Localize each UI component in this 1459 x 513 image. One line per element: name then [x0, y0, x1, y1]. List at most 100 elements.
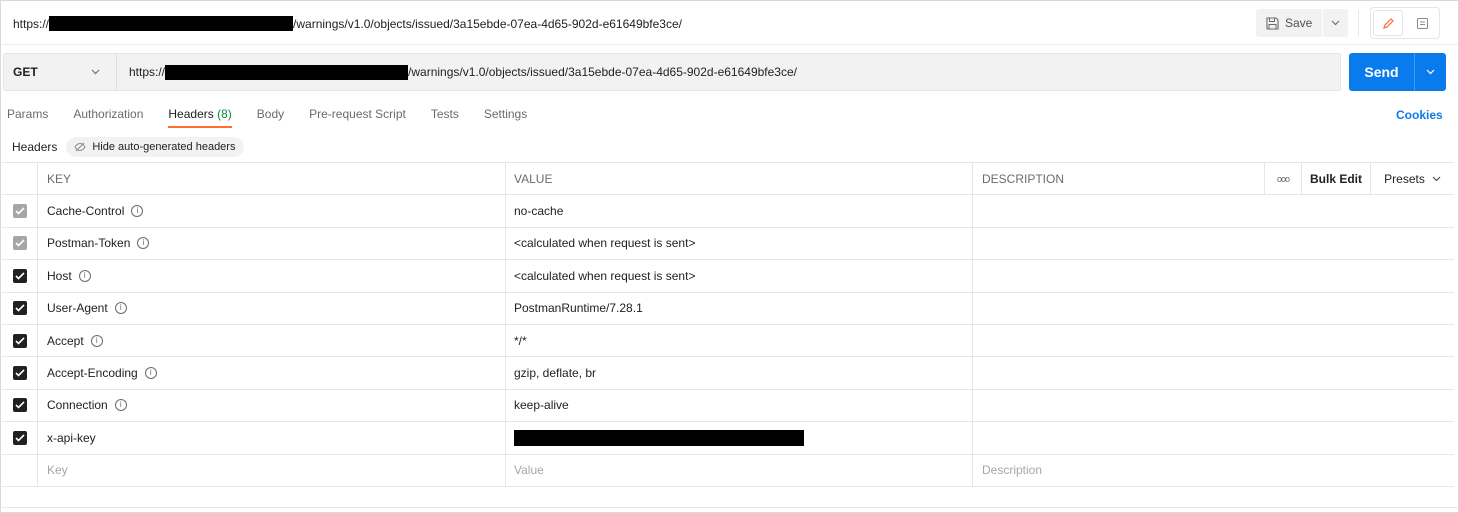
tab-authorization[interactable]: Authorization	[73, 107, 143, 131]
row-checkbox[interactable]	[12, 366, 27, 381]
row-key: Postman-Token	[47, 236, 131, 251]
info-icon[interactable]: i	[114, 302, 127, 315]
info-icon[interactable]: i	[131, 205, 144, 218]
edit-mode-button[interactable]	[1373, 10, 1403, 36]
row-checkbox[interactable]	[12, 398, 27, 413]
send-button[interactable]: Send	[1349, 64, 1414, 80]
row-checkbox[interactable]	[12, 236, 27, 251]
row-value: <calculated when request is sent>	[514, 236, 696, 251]
row-value-cell[interactable]: no-cache	[506, 195, 973, 227]
row-value-cell[interactable]: */*	[506, 324, 973, 357]
row-description-cell[interactable]	[973, 195, 1265, 226]
row-checkbox-cell	[2, 227, 38, 260]
tab-headers[interactable]: Headers (8)	[168, 107, 233, 131]
tab-headers-count: (8)	[217, 107, 232, 121]
row-key-cell[interactable]: Accept i	[38, 324, 506, 357]
checkmark-icon	[14, 304, 25, 312]
table-row: User-Agent i PostmanRuntime/7.28.1	[2, 292, 1454, 325]
new-description-input[interactable]: Description	[973, 455, 1265, 486]
column-header-key: KEY	[38, 163, 506, 195]
more-options-button[interactable]: ooo	[1265, 163, 1302, 195]
row-value-cell[interactable]: gzip, deflate, br	[506, 357, 973, 389]
row-description-cell[interactable]	[973, 260, 1265, 291]
row-checkbox-cell	[2, 422, 38, 454]
row-checkbox-cell	[2, 260, 38, 292]
column-header-description: DESCRIPTION	[973, 163, 1265, 195]
save-button[interactable]: Save	[1256, 9, 1322, 37]
header-check-cell	[2, 163, 38, 195]
more-icon: ooo	[1276, 173, 1290, 184]
checkmark-icon	[14, 369, 25, 377]
row-key-cell[interactable]: Host i	[38, 260, 506, 292]
checkmark-icon	[14, 207, 25, 215]
chevron-down-icon	[1432, 176, 1441, 182]
url-path: /warnings/v1.0/objects/issued/3a15ebde-0…	[408, 65, 797, 79]
row-description-cell[interactable]	[973, 390, 1265, 421]
comments-mode-button[interactable]	[1405, 8, 1439, 38]
table-row: Accept-Encoding i gzip, deflate, br	[2, 357, 1454, 390]
column-header-value: VALUE	[506, 163, 973, 195]
row-checkbox[interactable]	[12, 333, 27, 348]
save-label: Save	[1285, 16, 1313, 30]
row-key-cell[interactable]: Cache-Control i	[38, 195, 506, 227]
row-key-cell[interactable]: Connection i	[38, 389, 506, 422]
row-key-cell[interactable]: User-Agent i	[38, 292, 506, 324]
info-icon[interactable]: i	[78, 269, 91, 282]
new-value-input[interactable]: Value	[506, 454, 973, 486]
row-checkbox[interactable]	[12, 301, 27, 316]
row-value-cell[interactable]: <calculated when request is sent>	[506, 260, 973, 292]
row-checkbox-cell	[2, 389, 38, 422]
row-key-cell[interactable]: Postman-Token i	[38, 227, 506, 260]
row-value-cell[interactable]: PostmanRuntime/7.28.1	[506, 292, 973, 324]
row-key-cell[interactable]: Accept-Encoding i	[38, 357, 506, 389]
row-checkbox[interactable]	[12, 204, 27, 219]
tab-body[interactable]: Body	[257, 107, 284, 131]
row-key-cell[interactable]: x-api-key	[38, 422, 506, 454]
new-key-input[interactable]: Key	[38, 454, 506, 486]
presets-dropdown[interactable]: Presets	[1371, 163, 1454, 194]
view-mode-toggle	[1370, 7, 1440, 39]
info-icon[interactable]: i	[144, 367, 157, 380]
row-value-cell[interactable]: keep-alive	[506, 389, 973, 422]
row-checkbox-cell	[2, 324, 38, 357]
info-icon[interactable]: i	[90, 334, 103, 347]
headers-table: KEY VALUE DESCRIPTION ooo Bulk Edit Pres…	[2, 162, 1454, 487]
row-description-cell[interactable]	[973, 325, 1265, 356]
cookies-link[interactable]: Cookies	[1396, 108, 1443, 122]
tab-tests[interactable]: Tests	[431, 107, 459, 131]
save-options-button[interactable]	[1322, 9, 1348, 37]
send-options-button[interactable]	[1414, 53, 1446, 91]
row-description-cell[interactable]	[973, 228, 1265, 259]
url-prefix: https://	[129, 65, 166, 79]
checkmark-icon	[14, 401, 25, 410]
url-input[interactable]: https:// /warnings/v1.0/objects/issued/3…	[117, 64, 797, 80]
tab-prerequest-script[interactable]: Pre-request Script	[309, 107, 406, 131]
row-value-cell[interactable]	[506, 422, 973, 454]
row-checkbox-cell	[2, 292, 38, 324]
hide-auto-headers-toggle[interactable]: Hide auto-generated headers	[66, 137, 245, 157]
row-value-cell[interactable]: <calculated when request is sent>	[506, 227, 973, 260]
title-redacted-host	[49, 16, 294, 31]
row-description-cell[interactable]	[973, 293, 1265, 324]
table-row: Postman-Token i <calculated when request …	[2, 227, 1454, 261]
request-tabs: Params Authorization Headers (8) Body Pr…	[7, 107, 552, 131]
row-description-cell[interactable]	[973, 357, 1265, 388]
request-title: https:// /warnings/v1.0/objects/issued/3…	[13, 16, 682, 31]
table-row: Connection i keep-alive	[2, 389, 1454, 423]
tab-params[interactable]: Params	[7, 107, 48, 131]
tab-settings[interactable]: Settings	[484, 107, 527, 131]
row-key: Host	[47, 268, 72, 283]
method-select[interactable]: GET	[4, 54, 117, 90]
redacted-api-key-value	[514, 429, 804, 446]
info-icon[interactable]: i	[137, 237, 150, 250]
row-checkbox[interactable]	[12, 430, 27, 445]
title-url-prefix: https://	[13, 16, 50, 31]
row-description-cell[interactable]	[973, 422, 1265, 453]
value-placeholder: Value	[514, 463, 544, 478]
row-checkbox[interactable]	[12, 268, 27, 283]
info-icon[interactable]: i	[114, 399, 127, 412]
request-bar: GET https:// /warnings/v1.0/objects/issu…	[3, 53, 1341, 91]
row-value: gzip, deflate, br	[514, 366, 597, 381]
send-button-group: Send	[1349, 53, 1446, 91]
bulk-edit-button[interactable]: Bulk Edit	[1302, 163, 1371, 195]
